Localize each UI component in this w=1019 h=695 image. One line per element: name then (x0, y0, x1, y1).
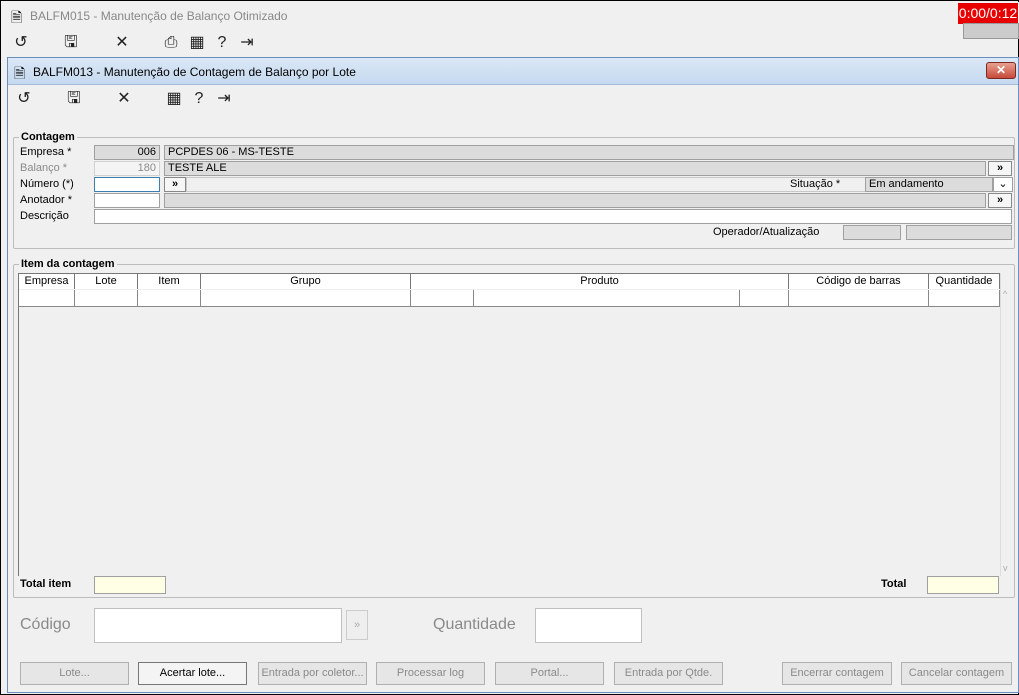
table-row[interactable] (19, 290, 1000, 307)
entrada-coletor-button[interactable]: Entrada por coletor... (258, 662, 367, 685)
codigo-input[interactable] (94, 608, 342, 643)
operador-label: Operador/Atualização (713, 226, 820, 238)
empresa-name-field: PCPDES 06 - MS-TESTE (164, 145, 1014, 160)
entrada-qtde-button[interactable]: Entrada por Qtde. (614, 662, 723, 685)
exit-icon[interactable]: ⇥ (237, 33, 257, 53)
numero-label: Número (*) (20, 178, 74, 190)
calendar-icon[interactable]: ▦ (164, 89, 184, 109)
save-icon[interactable]: 🖫 (61, 33, 81, 53)
balanco-label: Balanço * (20, 162, 68, 174)
total-field (927, 576, 999, 594)
cell-codigo-barras[interactable] (789, 290, 929, 306)
atualizacao-field (906, 225, 1012, 240)
inner-window: 🗎 BALFM013 - Manutenção de Contagem de B… (7, 57, 1019, 693)
column-header-codigo-barras[interactable]: Código de barras (789, 274, 929, 289)
cell-produto-name[interactable] (474, 290, 740, 306)
column-header-quantidade[interactable]: Quantidade (929, 274, 1000, 289)
lote-button[interactable]: Lote... (20, 662, 129, 685)
descricao-input[interactable] (94, 209, 1012, 224)
processar-log-button[interactable]: Processar log (376, 662, 485, 685)
encerrar-contagem-button[interactable]: Encerrar contagem (782, 662, 892, 685)
items-grid[interactable]: Empresa Lote Item Grupo Produto Código d… (18, 273, 1000, 576)
scroll-up-icon[interactable]: ^ (1003, 289, 1007, 299)
anotador-lookup-button[interactable]: » (988, 193, 1012, 208)
situacao-label: Situação * (790, 178, 841, 190)
outer-close-button[interactable] (963, 23, 1019, 39)
descricao-label: Descrição (20, 210, 69, 222)
operador-field (843, 225, 901, 240)
outer-window: 🗎 BALFM015 - Manutenção de Balanço Otimi… (0, 0, 1019, 695)
inner-title-bar: 🗎 BALFM013 - Manutenção de Contagem de B… (8, 58, 1018, 85)
save-icon[interactable]: 🖫 (64, 89, 84, 109)
print-icon[interactable]: ⎙ (161, 33, 181, 53)
column-header-produto[interactable]: Produto (411, 274, 789, 289)
balanco-name-field: TESTE ALE (164, 161, 986, 176)
cell-grupo[interactable] (201, 290, 411, 306)
situacao-select[interactable]: Em andamento (865, 177, 993, 192)
anotador-name-field (164, 193, 986, 208)
column-header-lote[interactable]: Lote (75, 274, 138, 289)
empresa-label: Empresa * (20, 146, 72, 158)
numero-description-field (186, 177, 866, 192)
column-header-item[interactable]: Item (138, 274, 201, 289)
document-icon: 🗎 (11, 9, 23, 25)
numero-lookup-button[interactable]: » (164, 177, 186, 192)
timer-badge: 0:00/0:12 (958, 3, 1018, 24)
grid-header: Empresa Lote Item Grupo Produto Código d… (19, 274, 1000, 289)
grid-scrollbar[interactable]: ^ v (1000, 273, 1013, 576)
close-icon[interactable]: ✕ (112, 33, 132, 53)
column-header-empresa[interactable]: Empresa (19, 274, 75, 289)
inner-window-title: BALFM013 - Manutenção de Contagem de Bal… (33, 65, 356, 79)
empresa-code-field: 006 (94, 145, 160, 160)
cancelar-contagem-button[interactable]: Cancelar contagem (901, 662, 1012, 685)
cell-empresa[interactable] (19, 290, 75, 306)
total-item-label: Total item (20, 578, 72, 590)
balanco-code-field: 180 (94, 161, 160, 176)
anotador-label: Anotador * (20, 194, 72, 206)
quantidade-input[interactable] (535, 608, 642, 643)
cell-produto-extra[interactable] (740, 290, 789, 306)
scroll-down-icon[interactable]: v (1003, 563, 1008, 573)
exit-icon[interactable]: ⇥ (214, 89, 234, 109)
balanco-lookup-button[interactable]: » (988, 161, 1012, 176)
codigo-lookup-button[interactable]: » (346, 610, 368, 640)
quantidade-label: Quantidade (433, 616, 516, 633)
cell-item[interactable] (138, 290, 201, 306)
help-icon[interactable]: ? (189, 89, 209, 109)
undo-icon[interactable]: ↺ (14, 89, 34, 109)
close-window-button[interactable]: ✕ (986, 62, 1016, 79)
chevron-down-icon[interactable]: ⌄ (993, 177, 1013, 192)
document-icon: 🗎 (14, 65, 26, 81)
codigo-label: Código (20, 616, 71, 633)
cell-lote[interactable] (75, 290, 138, 306)
cell-quantidade[interactable] (929, 290, 1000, 306)
help-icon[interactable]: ? (212, 33, 232, 53)
calendar-icon[interactable]: ▦ (187, 33, 207, 53)
close-icon[interactable]: ✕ (114, 89, 134, 109)
column-header-grupo[interactable]: Grupo (201, 274, 411, 289)
outer-window-title: BALFM015 - Manutenção de Balanço Otimiza… (30, 9, 288, 23)
total-item-field (94, 576, 166, 594)
total-label: Total (881, 578, 907, 590)
contagem-legend: Contagem (21, 131, 75, 143)
acertar-lote-button[interactable]: Acertar lote... (138, 662, 247, 685)
portal-button[interactable]: Portal... (495, 662, 604, 685)
outer-title-bar: 🗎 BALFM015 - Manutenção de Balanço Otimi… (2, 2, 1019, 29)
item-contagem-legend: Item da contagem (21, 258, 115, 270)
anotador-input[interactable] (94, 193, 160, 208)
undo-icon[interactable]: ↺ (11, 33, 31, 53)
numero-input[interactable] (94, 177, 160, 192)
cell-produto-code[interactable] (411, 290, 474, 306)
